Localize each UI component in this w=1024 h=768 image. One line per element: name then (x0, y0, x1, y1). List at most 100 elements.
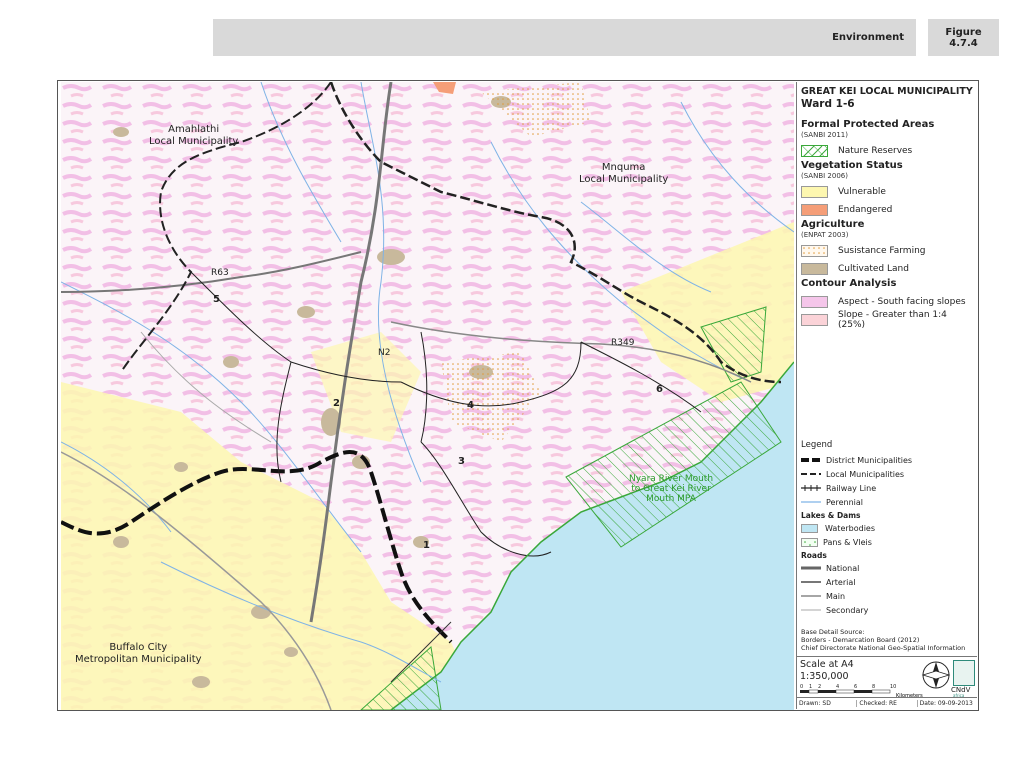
base-source: Base Detail Source: Borders - Demarcatio… (801, 628, 977, 652)
legend-section-protected: Formal Protected Areas (SANBI 2011) Natu… (801, 119, 973, 160)
legend-item-perennial: Perennial (801, 495, 973, 509)
legend-label: Secondary (826, 605, 869, 615)
legend-item-secondary: Secondary (801, 603, 973, 617)
national-road-icon (801, 566, 821, 570)
legend-item-vulnerable: Vulnerable (801, 183, 973, 201)
legend-label: Pans & Vleis (823, 537, 872, 547)
scale-label: Scale at A4 (800, 659, 854, 670)
ward-label-4: 4 (467, 400, 474, 411)
legend-label: Nature Reserves (838, 146, 913, 156)
railway-line-icon (801, 485, 821, 491)
subsistence-swatch (801, 245, 828, 257)
waterbody-swatch (801, 523, 818, 533)
scale-tick-4: 4 (836, 684, 839, 690)
road-label-r349: R349 (611, 338, 635, 348)
figure-number: 4.7.4 (949, 37, 978, 49)
legend-label: Local Municipalities (826, 469, 905, 479)
map-canvas[interactable]: Amahlathi Local Municipality Mnquma Loca… (61, 82, 794, 710)
nature-reserve-swatch (801, 145, 828, 157)
figure-label: Figure (945, 26, 982, 38)
legend-section-contour: Contour Analysis Aspect - South facing s… (801, 278, 973, 330)
main-road-icon (801, 595, 821, 597)
legend-label: Endangered (838, 205, 893, 215)
legend-panel: GREAT KEI LOCAL MUNICIPALITY Ward 1-6 Fo… (796, 82, 977, 709)
legend-item-aspect: Aspect - South facing slopes (801, 293, 973, 311)
scale-tick-6: 6 (854, 684, 857, 690)
legend-section-vegetation: Vegetation Status (SANBI 2006) Vulnerabl… (801, 160, 973, 219)
legend-item-local: Local Municipalities (801, 467, 973, 481)
arterial-road-icon (801, 581, 821, 583)
scale-box: Scale at A4 1:350,000 0 1 2 4 6 8 10 Kil… (797, 656, 977, 709)
scale-tick-1: 1 (809, 684, 812, 690)
ward-label-3: 3 (458, 456, 465, 467)
legend-lines: Legend District Municipalities Local Mun… (801, 440, 973, 617)
district-line-icon (801, 458, 821, 462)
legend-item-district: District Municipalities (801, 453, 973, 467)
secondary-road-icon (801, 609, 821, 611)
legend-section-agriculture: Agriculture (ENPAT 2003) Susistance Farm… (801, 219, 973, 278)
ward-label-1: 1 (423, 540, 430, 551)
legend-title: GREAT KEI LOCAL MUNICIPALITY (801, 86, 973, 97)
ward-label-6: 6 (656, 384, 663, 395)
legend-item-pans: Pans & Vleis (801, 535, 973, 549)
section-source: (SANBI 2011) (801, 131, 848, 139)
scale-tick-8: 8 (872, 684, 875, 690)
legend-item-slope: Slope - Greater than 1:4 (25%) (801, 310, 973, 330)
legend-item-waterbodies: Waterbodies (801, 521, 973, 535)
legend-label: Waterbodies (825, 523, 876, 533)
legend-label: Slope - Greater than 1:4 (25%) (838, 310, 947, 330)
footer-date: Date: 09-09-2013 (919, 700, 973, 707)
footer-row: Drawn: SD Checked: RE Date: 09-09-2013 (797, 697, 977, 709)
legend-label: Arterial (826, 577, 856, 587)
legend-item-cultivated: Cultivated Land (801, 260, 973, 278)
legend-label: Railway Line (826, 483, 877, 493)
base-source-line: Borders - Demarcation Board (2012) (801, 636, 920, 644)
legend-lines-heading: Legend (801, 440, 833, 450)
legend-label: Susistance Farming (838, 246, 926, 256)
river-line-icon (801, 501, 821, 503)
scale-tick-10: 10 (890, 684, 896, 690)
legend-label: Perennial (826, 497, 863, 507)
legend-label: Cultivated Land (838, 264, 909, 274)
north-arrow-icon (921, 661, 951, 689)
label-buffalo-city: Buffalo City Metropolitan Municipality (75, 642, 202, 665)
base-source-line: Base Detail Source: (801, 628, 865, 636)
roads-heading: Roads (801, 551, 827, 560)
mpa-label: Nyara River Mouth to Great Kei River Mou… (629, 474, 714, 504)
section-source: (ENPAT 2003) (801, 231, 849, 239)
endangered-swatch (801, 204, 828, 216)
ward-label-5: 5 (213, 294, 220, 305)
header-title: Environment (832, 32, 904, 43)
legend-item-railway: Railway Line (801, 481, 973, 495)
section-title: Formal Protected Areas (801, 119, 935, 130)
scale-tick-2: 2 (818, 684, 821, 690)
slope-swatch (801, 314, 828, 326)
legend-item-main: Main (801, 589, 973, 603)
section-source: (SANBI 2006) (801, 172, 848, 180)
ward-label-2: 2 (333, 398, 340, 409)
section-title: Agriculture (801, 219, 865, 230)
vulnerable-swatch (801, 186, 828, 198)
legend-item-national: National (801, 561, 973, 575)
road-label-n2: N2 (378, 348, 391, 358)
road-label-r63: R63 (211, 268, 229, 278)
cndv-logo-icon (953, 660, 975, 686)
label-amahlathi: Amahlathi Local Municipality (149, 124, 239, 147)
figure-box: Figure 4.7.4 (928, 19, 999, 56)
legend-label: District Municipalities (826, 455, 913, 465)
scale-tick-0: 0 (800, 684, 803, 690)
label-mnquma: Mnquma Local Municipality (579, 162, 669, 185)
aspect-swatch (801, 296, 828, 308)
legend-item-nature-reserves: Nature Reserves (801, 142, 973, 160)
section-title: Contour Analysis (801, 278, 897, 289)
legend-label: Main (826, 591, 846, 601)
header-bar: Environment (213, 19, 916, 56)
local-line-icon (801, 473, 821, 475)
legend-subtitle: Ward 1-6 (801, 98, 855, 110)
legend-label: National (826, 563, 860, 573)
base-source-line: Chief Directorate National Geo-Spatial I… (801, 644, 966, 652)
footer-checked: Checked: RE (857, 700, 918, 707)
footer-drawn: Drawn: SD (797, 700, 858, 707)
scale-value: 1:350,000 (800, 671, 849, 682)
legend-label: Aspect - South facing slopes (838, 297, 966, 307)
